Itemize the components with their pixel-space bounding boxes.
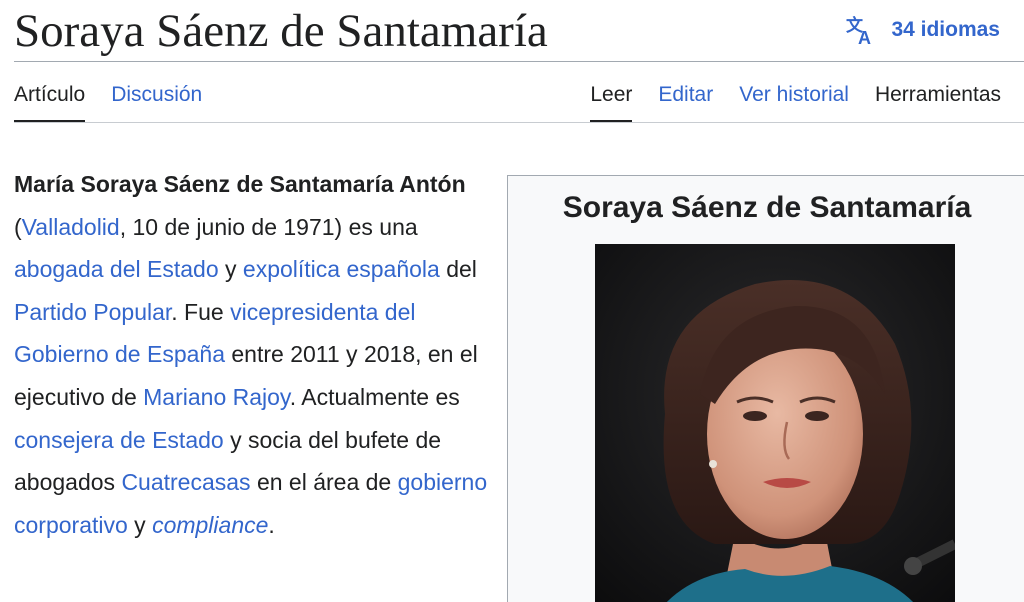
lead-text: ( [14,213,22,240]
tab-editar[interactable]: Editar [658,78,713,122]
lead-text: . Actualmente es [289,383,460,410]
tab-discusion[interactable]: Discusión [111,78,202,122]
title-divider [14,61,1024,62]
lead-text: . Fue [171,298,231,325]
tabs-divider [14,122,1024,123]
subject-name: María Soraya Sáenz de Santamaría Antón [14,171,466,197]
lead-text: y [218,256,243,283]
link-valladolid[interactable]: Valladolid [22,214,120,240]
view-tabs: Leer Editar Ver historial Herramientas [590,78,1001,123]
infobox: Soraya Sáenz de Santamaría [507,175,1024,602]
lead-text: y [127,511,153,538]
link-mariano-rajoy[interactable]: Mariano Rajoy [143,384,290,410]
languages-button[interactable]: 文 A 34 idiomas [845,12,1000,48]
lead-text: del [439,256,477,283]
lead-paragraph: María Soraya Sáenz de Santamaría Antón (… [14,163,490,546]
infobox-portrait-image[interactable] [595,244,955,602]
infobox-title: Soraya Sáenz de Santamaría [562,191,972,224]
svg-text:A: A [858,28,871,46]
link-partido-popular[interactable]: Partido Popular [14,299,171,325]
lead-text: , 10 de junio de 1971) es una [119,213,418,240]
link-compliance[interactable]: compliance [152,512,268,538]
link-cuatrecasas[interactable]: Cuatrecasas [121,469,250,495]
link-expolitica[interactable]: expolítica española [243,256,440,282]
tab-ver-historial[interactable]: Ver historial [739,78,849,122]
translate-icon: 文 A [845,14,877,46]
compliance-italic: compliance [152,511,269,538]
link-consejera-de-estado[interactable]: consejera de Estado [14,427,224,453]
page-title: Soraya Sáenz de Santamaría [14,5,548,57]
languages-label: 34 idiomas [891,18,1000,41]
namespace-tabs: Artículo Discusión [14,78,202,123]
lead-text: . [268,511,275,538]
tab-herramientas[interactable]: Herramientas [875,78,1001,122]
lead-text: en el área de [250,469,398,496]
tab-leer[interactable]: Leer [590,78,633,123]
link-abogada-del-estado[interactable]: abogada del Estado [14,256,219,282]
tab-articulo[interactable]: Artículo [14,78,86,123]
